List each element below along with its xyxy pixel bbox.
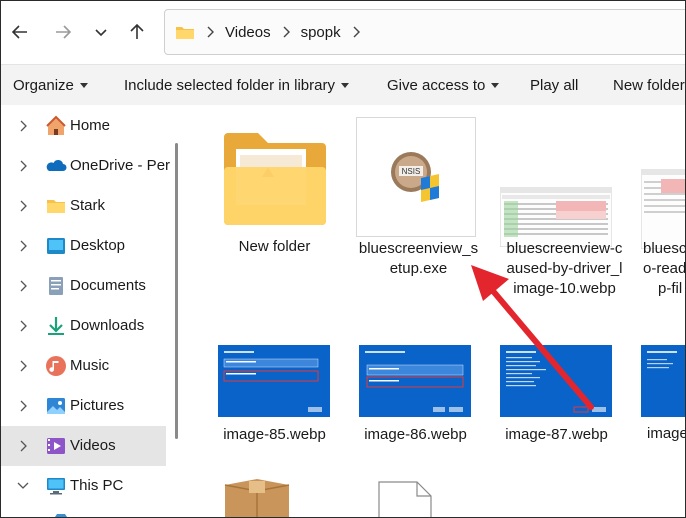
chevron-down-icon — [95, 29, 107, 37]
sidebar-item-documents[interactable]: Documents — [1, 266, 166, 306]
forward-button[interactable] — [46, 15, 80, 49]
sidebar-item-label: Documents — [70, 277, 146, 294]
play-all-label: Play all — [530, 77, 579, 94]
up-arrow-icon — [130, 23, 144, 39]
sidebar-item-label: Downloads — [70, 317, 145, 334]
chevron-right-icon — [206, 26, 214, 38]
music-icon — [46, 356, 66, 376]
sidebar-item-pictures[interactable]: Pictures — [1, 386, 166, 426]
recent-locations-button[interactable] — [84, 15, 118, 49]
sidebar-scrollbar[interactable] — [175, 143, 178, 439]
play-all-button[interactable]: Play all — [530, 77, 578, 94]
breadcrumb-videos[interactable]: Videos — [225, 24, 271, 41]
new-folder-label: New folder — [613, 77, 685, 94]
drive-icon — [55, 514, 67, 517]
sidebar-item-label: This PC — [70, 477, 124, 494]
chevron-right-icon[interactable] — [19, 280, 27, 292]
sidebar-item-home[interactable]: Home — [1, 106, 166, 146]
organize-button[interactable]: Organize — [13, 77, 88, 94]
organize-label: Organize — [13, 77, 74, 94]
desktop-icon — [47, 238, 65, 254]
chevron-right-icon[interactable] — [19, 160, 27, 172]
pictures-icon — [47, 398, 65, 414]
include-in-library-label: Include selected folder in library — [124, 77, 335, 94]
include-in-library-button[interactable]: Include selected folder in library — [124, 77, 349, 94]
caret-down-icon — [340, 83, 349, 88]
breadcrumb-spopk[interactable]: spopk — [301, 24, 341, 41]
sidebar-item-downloads[interactable]: Downloads — [1, 306, 166, 346]
caret-down-icon — [79, 83, 88, 88]
sidebar-item-label: Home — [70, 117, 111, 134]
sidebar-item-videos[interactable]: Videos — [1, 426, 166, 466]
downloads-icon — [48, 317, 64, 335]
give-access-label: Give access to — [387, 77, 486, 94]
sidebar-item-desktop[interactable]: Desktop — [1, 226, 166, 266]
new-folder-button[interactable]: New folder — [613, 77, 685, 94]
sidebar-item-label: Desktop — [70, 237, 126, 254]
navigation-bar: Videos spopk — [1, 1, 685, 63]
sidebar-item-label: Pictures — [70, 397, 125, 414]
chevron-right-icon[interactable] — [19, 440, 27, 452]
sidebar-item-label: Videos — [70, 437, 116, 454]
folder-icon — [47, 200, 65, 213]
sidebar-item-label: Stark — [70, 197, 106, 214]
onedrive-cloud-icon — [46, 159, 67, 171]
sidebar-item-label: OneDrive - Per — [70, 157, 171, 174]
back-arrow-icon — [11, 25, 27, 39]
up-button[interactable] — [120, 15, 154, 49]
file-explorer-window: Videos spopk Organize Include selected f… — [0, 0, 686, 518]
back-button[interactable] — [3, 15, 37, 49]
home-icon — [46, 115, 66, 135]
documents-icon — [49, 277, 63, 295]
caret-down-icon — [491, 83, 500, 88]
chevron-right-icon[interactable] — [19, 240, 27, 252]
sidebar-item-label: Music — [70, 357, 110, 374]
chevron-right-icon[interactable] — [19, 200, 27, 212]
sidebar-item-onedrive[interactable]: OneDrive - Per — [1, 146, 170, 186]
annotation-arrow — [471, 265, 594, 410]
chevron-right-icon[interactable] — [19, 360, 27, 372]
folder-icon — [175, 24, 195, 40]
chevron-right-icon[interactable] — [19, 120, 27, 132]
forward-arrow-icon — [56, 25, 72, 39]
sidebar-item-this-pc[interactable]: This PC — [1, 466, 166, 506]
chevron-down-icon[interactable] — [17, 481, 29, 489]
address-bar[interactable]: Videos spopk — [164, 9, 685, 55]
give-access-button[interactable]: Give access to — [387, 77, 500, 94]
file-grid: New folder NSIS bluescreenview_s etup.ex… — [181, 105, 685, 517]
chevron-right-icon — [282, 26, 290, 38]
sidebar-item-music[interactable]: Music — [1, 346, 166, 386]
sidebar-item-stark[interactable]: Stark — [1, 186, 166, 226]
navigation-pane: Home OneDrive - Per Stark Desktop Docume… — [1, 105, 179, 517]
sidebar-item-partial — [1, 506, 166, 517]
command-bar: Organize Include selected folder in libr… — [1, 64, 685, 105]
chevron-right-icon[interactable] — [19, 400, 27, 412]
chevron-right-icon[interactable] — [352, 26, 360, 38]
this-pc-icon — [47, 478, 65, 495]
videos-icon — [47, 438, 65, 454]
chevron-right-icon[interactable] — [19, 320, 27, 332]
